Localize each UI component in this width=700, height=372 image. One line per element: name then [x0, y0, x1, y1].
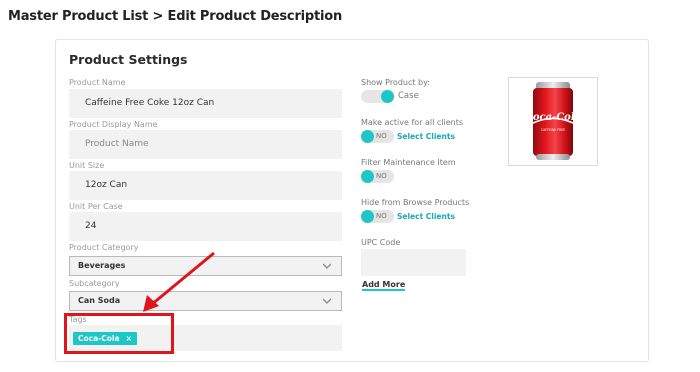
- unit-size-label: Unit Size: [69, 161, 105, 170]
- product-name-input[interactable]: Caffeine Free Coke 12oz Can: [69, 89, 342, 118]
- annotation-highlight-box: [64, 313, 174, 354]
- upc-input[interactable]: [361, 249, 466, 276]
- show-by-value: Case: [398, 91, 419, 101]
- svg-text:Coca-Cola: Coca-Cola: [525, 112, 581, 123]
- subcategory-select[interactable]: Can Soda: [69, 291, 342, 311]
- subcategory-value: Can Soda: [78, 296, 121, 305]
- hide-browse-toggle[interactable]: NO: [361, 210, 394, 223]
- toggle-knob: [361, 170, 374, 183]
- filter-maint-label: Filter Maintenance Item: [361, 158, 456, 167]
- select-clients-link[interactable]: Select Clients: [397, 132, 455, 141]
- svg-text:CAFFEINE FREE: CAFFEINE FREE: [541, 128, 566, 132]
- card-title: Product Settings: [69, 52, 188, 67]
- show-by-toggle[interactable]: [361, 90, 394, 103]
- show-by-label: Show Product by:: [361, 78, 430, 87]
- breadcrumb: Master Product List > Edit Product Descr…: [8, 9, 343, 24]
- toggle-text: NO: [376, 212, 387, 220]
- chevron-down-icon: [323, 298, 331, 304]
- active-all-toggle[interactable]: NO: [361, 130, 394, 143]
- select-clients-link[interactable]: Select Clients: [397, 212, 455, 221]
- hide-browse-label: Hide from Browse Products: [361, 198, 470, 207]
- upc-label: UPC Code: [361, 238, 401, 247]
- filter-maint-toggle[interactable]: NO: [361, 170, 394, 183]
- coke-can-image: Coca-Cola CAFFEINE FREE: [525, 82, 581, 160]
- toggle-text: NO: [376, 132, 387, 140]
- product-image: Coca-Cola CAFFEINE FREE: [508, 77, 598, 166]
- active-all-label: Make active for all clients: [361, 118, 464, 127]
- toggle-text: NO: [376, 172, 387, 180]
- unit-size-input[interactable]: 12oz Can: [69, 171, 342, 200]
- category-label: Product Category: [69, 243, 139, 252]
- toggle-knob: [361, 130, 374, 143]
- product-name-label: Product Name: [69, 78, 126, 87]
- category-value: Beverages: [78, 261, 126, 270]
- display-name-input[interactable]: Product Name: [69, 130, 342, 159]
- category-select[interactable]: Beverages: [69, 256, 342, 276]
- toggle-knob: [361, 210, 374, 223]
- unit-per-case-label: Unit Per Case: [69, 202, 123, 211]
- chevron-down-icon: [323, 263, 331, 269]
- unit-per-case-input[interactable]: 24: [69, 212, 342, 241]
- display-name-label: Product Display Name: [69, 120, 158, 129]
- toggle-knob: [381, 90, 394, 103]
- subcategory-label: Subcategory: [69, 279, 120, 288]
- add-more-link[interactable]: Add More: [362, 280, 406, 291]
